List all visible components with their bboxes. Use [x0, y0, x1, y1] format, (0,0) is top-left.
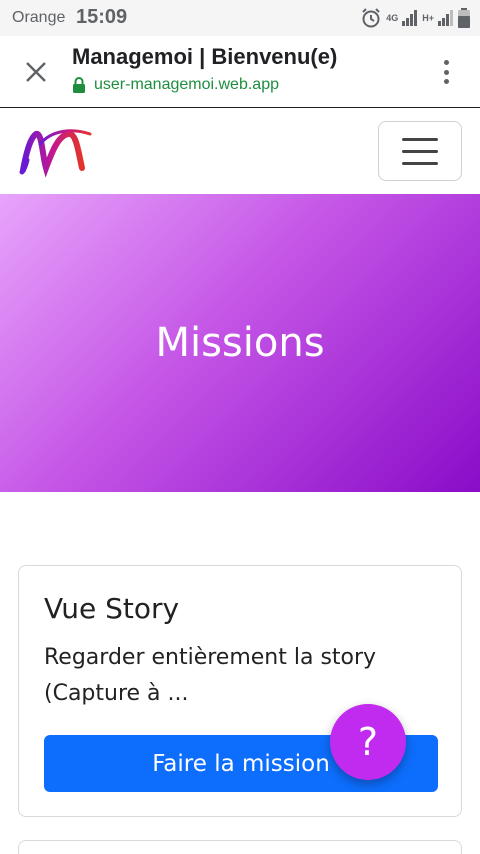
hero-title: Missions [155, 320, 325, 366]
lock-icon [72, 77, 86, 93]
hamburger-icon [402, 137, 438, 141]
hero-banner: Missions [0, 194, 480, 492]
alarm-icon [360, 7, 382, 29]
network-type-label-2: H+ [422, 13, 434, 23]
close-icon [26, 62, 46, 82]
site-navbar [0, 108, 480, 194]
help-button[interactable]: ? [330, 704, 406, 780]
network-type-label: 4G [386, 13, 399, 23]
signal-icon [402, 10, 418, 26]
signal-icon-2 [438, 10, 454, 26]
status-time: 15:09 [76, 6, 128, 28]
url-text: user-managemoi.web.app [94, 76, 279, 93]
page-title: Managemoi | Bienvenu(e) [72, 44, 338, 69]
browser-toolbar: Managemoi | Bienvenu(e) user-managemoi.w… [0, 36, 480, 108]
managemoi-logo[interactable] [18, 124, 94, 180]
battery-icon [458, 8, 470, 28]
more-options-button[interactable] [436, 56, 456, 88]
mission-card-next [18, 840, 462, 854]
mission-title: Vue Story [44, 592, 180, 625]
carrier-name: Orange [12, 9, 66, 26]
status-bar: Orange 15:09 4G H+ [0, 0, 480, 36]
menu-toggle-button[interactable] [378, 121, 462, 181]
mission-card: Vue Story Regarder entièrement la story … [18, 565, 462, 817]
more-vert-icon [443, 60, 449, 65]
status-icons: 4G H+ [360, 6, 470, 30]
mission-description: Regarder entièrement la story (Capture à… [44, 645, 377, 706]
url-bar[interactable]: user-managemoi.web.app [72, 76, 279, 94]
close-tab-button[interactable] [20, 56, 52, 88]
logo-icon [19, 129, 92, 178]
